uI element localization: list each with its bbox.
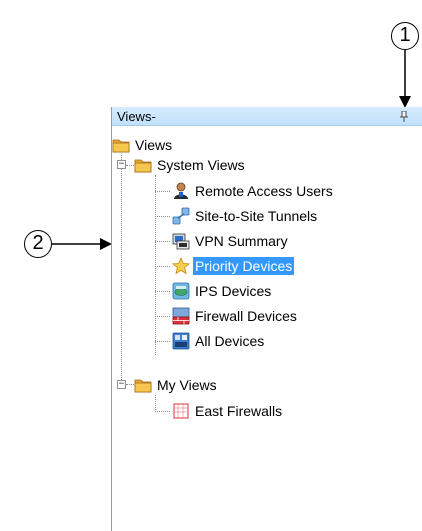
tree-line <box>155 395 156 412</box>
tree-item-ips-devices[interactable]: IPS Devices <box>172 281 273 301</box>
views-panel: Views- Views − System Views Remote Acces… <box>111 107 422 531</box>
callout-1: 1 <box>391 22 419 50</box>
tree-node-label: My Views <box>157 377 217 393</box>
tree-item-vpn-summary[interactable]: VPN Summary <box>172 231 290 251</box>
vpn-summary-icon <box>172 233 190 250</box>
custom-view-icon <box>173 403 189 419</box>
pin-icon[interactable] <box>399 111 409 122</box>
user-icon <box>174 182 188 199</box>
callout-2: 2 <box>24 230 52 258</box>
tree-line <box>155 291 170 292</box>
tree-item-label: Priority Devices <box>193 257 295 275</box>
tree-item-label: VPN Summary <box>195 233 288 249</box>
tree-node-system-views[interactable]: System Views <box>134 155 247 175</box>
star-icon <box>172 257 190 275</box>
tree-item-label: All Devices <box>195 333 265 349</box>
tree-item-label: Site-to-Site Tunnels <box>195 208 318 224</box>
views-tree: Views − System Views Remote Access Users <box>112 127 422 531</box>
tree-item-label: IPS Devices <box>195 283 272 299</box>
tree-item-firewall-devices[interactable]: Firewall Devices <box>172 306 299 326</box>
tree-line <box>155 241 170 242</box>
collapse-toggle-my-views[interactable]: − <box>117 380 126 389</box>
folder-icon <box>134 379 152 393</box>
collapse-toggle-system-views[interactable]: − <box>117 160 126 169</box>
callout-2-arrow <box>52 238 112 250</box>
tree-node-my-views[interactable]: My Views <box>134 375 219 395</box>
tree-item-remote-access-users[interactable]: Remote Access Users <box>172 181 335 201</box>
tree-node-label: System Views <box>157 157 245 173</box>
tree-item-site-to-site-tunnels[interactable]: Site-to-Site Tunnels <box>172 206 319 226</box>
tree-item-label: Firewall Devices <box>195 308 297 324</box>
callout-1-arrow <box>399 50 411 108</box>
tree-item-all-devices[interactable]: All Devices <box>172 331 266 351</box>
tree-line <box>121 155 122 384</box>
tree-line <box>155 411 170 412</box>
tree-node-label: Views <box>135 137 173 153</box>
tree-line <box>155 216 170 217</box>
tree-item-east-firewalls[interactable]: East Firewalls <box>172 401 284 421</box>
tree-item-priority-devices[interactable]: Priority Devices <box>172 256 295 276</box>
tree-line <box>155 341 170 342</box>
tree-line <box>126 165 134 166</box>
firewall-icon <box>172 307 190 325</box>
ips-device-icon <box>172 282 190 300</box>
views-panel-title: Views- <box>117 109 156 124</box>
tree-item-label: East Firewalls <box>195 403 283 419</box>
folder-icon <box>112 139 130 153</box>
tree-line <box>155 191 170 192</box>
tree-line <box>126 384 134 385</box>
tree-line <box>155 175 156 355</box>
tunnel-icon <box>172 207 190 225</box>
tree-line <box>155 316 170 317</box>
all-devices-icon <box>172 332 190 350</box>
tree-line <box>155 266 170 267</box>
views-panel-titlebar: Views- <box>112 107 422 126</box>
tree-node-views[interactable]: Views <box>112 135 174 155</box>
folder-icon <box>134 159 152 173</box>
tree-item-label: Remote Access Users <box>195 183 333 199</box>
